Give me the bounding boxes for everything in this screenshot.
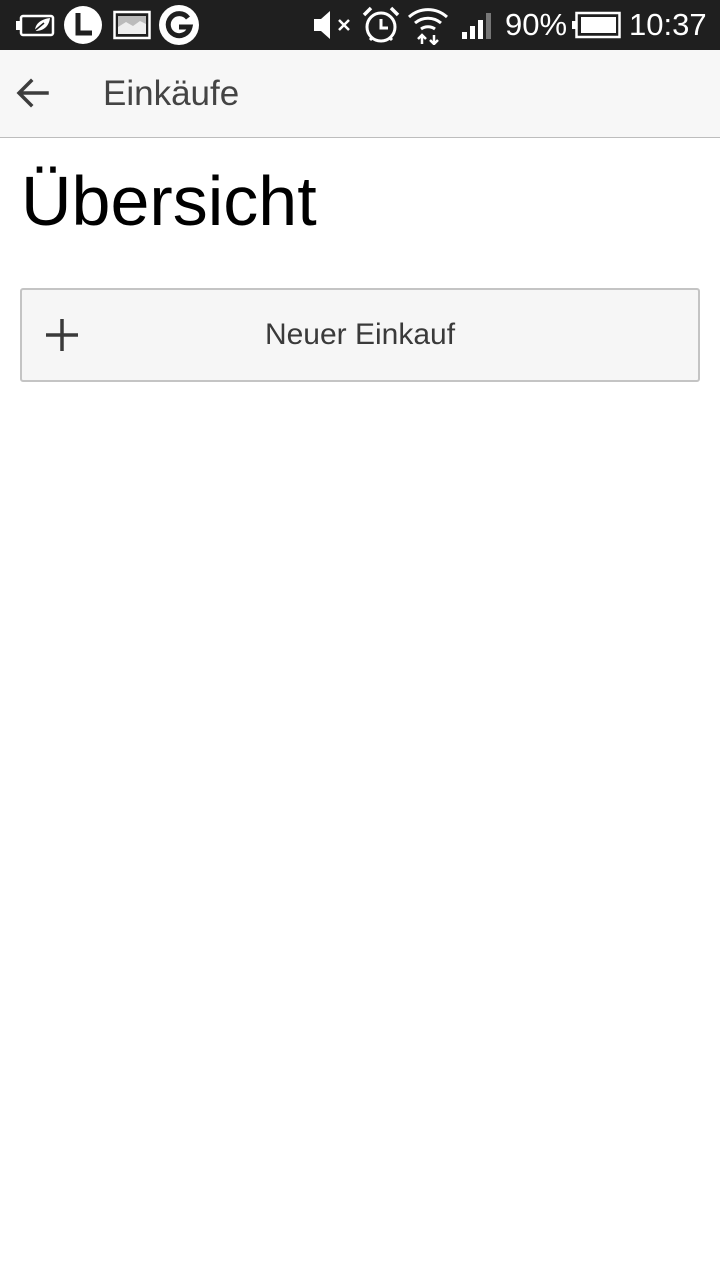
page-title: Übersicht — [21, 162, 317, 240]
google-icon — [157, 0, 201, 50]
mute-icon — [312, 0, 354, 50]
alarm-icon — [360, 0, 402, 50]
clock-time: 10:37 — [629, 7, 707, 42]
arrow-left-icon — [16, 78, 49, 108]
status-bar: 90% 10:37 — [0, 0, 720, 50]
signal-icon — [459, 0, 497, 50]
app-title: Einkäufe — [103, 74, 240, 113]
back-button[interactable] — [10, 70, 56, 116]
gallery-icon — [112, 0, 152, 50]
app-bar: Einkäufe — [0, 50, 720, 138]
battery-icon — [570, 0, 622, 50]
new-purchase-button[interactable]: Neuer Einkauf — [20, 288, 700, 382]
clock-app-icon — [62, 0, 104, 50]
battery-percent: 90% — [505, 7, 568, 42]
new-purchase-label: Neuer Einkauf — [264, 318, 456, 351]
battery-saver-icon — [14, 0, 58, 50]
wifi-icon — [406, 0, 450, 50]
